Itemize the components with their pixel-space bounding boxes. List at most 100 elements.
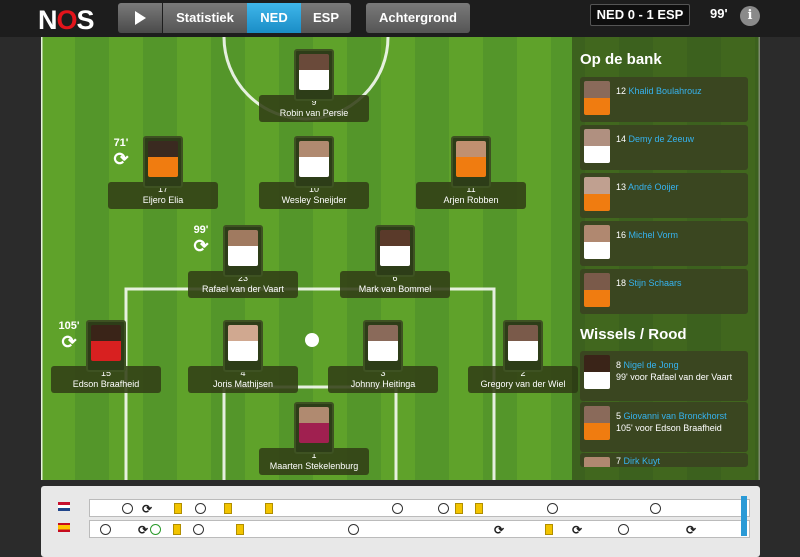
timeline-row-esp[interactable]: ⟳ ⟳ ⟳ ⟳ — [89, 520, 750, 538]
player-photo — [294, 49, 334, 101]
sub-item[interactable]: 5 Giovanni van Bronckhorst 105' voor Eds… — [580, 402, 748, 452]
ball-icon[interactable] — [618, 524, 629, 535]
yellow-card-icon[interactable] — [265, 503, 273, 514]
ball-icon[interactable] — [348, 524, 359, 535]
player-card[interactable]: 6 Mark van Bommel — [340, 225, 450, 298]
player-photo — [294, 402, 334, 454]
tab-ned[interactable]: NED — [247, 3, 301, 33]
ball-icon[interactable] — [547, 503, 558, 514]
match-minute: 99' — [710, 6, 728, 21]
yellow-card-icon[interactable] — [455, 503, 463, 514]
player-card[interactable]: 3 Johnny Heitinga — [328, 320, 438, 393]
player-name: Joris Mathijsen — [212, 379, 274, 389]
yellow-card-icon[interactable] — [545, 524, 553, 535]
ball-icon[interactable] — [195, 503, 206, 514]
ball-icon[interactable] — [650, 503, 661, 514]
yellow-card-icon[interactable] — [236, 524, 244, 535]
player-photo — [375, 225, 415, 277]
player-card[interactable]: 2 Gregory van der Wiel — [468, 320, 578, 393]
substitution-marker: 99' ⟳ — [187, 224, 215, 256]
nl-flag-icon — [58, 502, 70, 511]
player-photo — [223, 225, 263, 277]
bench-item[interactable]: 16 Michel Vorm — [580, 221, 748, 266]
player-card[interactable]: 11 Arjen Robben — [416, 136, 526, 209]
match-app: NOS Statistiek NED ESP Achtergrond NED 0… — [0, 0, 800, 557]
player-card[interactable]: 1 Maarten Stekelenburg — [259, 402, 369, 475]
yellow-card-icon[interactable] — [224, 503, 232, 514]
player-name: Johnny Heitinga — [350, 379, 416, 389]
timeline-current-marker[interactable] — [741, 496, 747, 536]
bench-item[interactable]: 14 Demy de Zeeuw — [580, 125, 748, 170]
ball-icon[interactable] — [193, 524, 204, 535]
top-bar: NOS Statistiek NED ESP Achtergrond NED 0… — [0, 0, 800, 37]
score-display: NED 0 - 1 ESP — [590, 4, 690, 26]
nos-logo: NOS — [38, 5, 95, 35]
ball-icon[interactable] — [392, 503, 403, 514]
player-name-link[interactable]: Demy de Zeeuw — [629, 134, 695, 144]
player-card[interactable]: 4 Joris Mathijsen — [188, 320, 298, 393]
player-name-link[interactable]: Dirk Kuyt — [624, 456, 661, 466]
yellow-card-icon[interactable] — [173, 524, 181, 535]
player-card[interactable]: 10 Wesley Sneijder — [259, 136, 369, 209]
substitution-icon: ⟳ — [61, 332, 77, 352]
yellow-card-icon[interactable] — [174, 503, 182, 514]
play-button[interactable] — [118, 3, 162, 33]
player-photo — [584, 129, 610, 163]
player-photo — [223, 320, 263, 372]
substitution-icon[interactable]: ⟳ — [572, 524, 582, 536]
tab-achtergrond[interactable]: Achtergrond — [366, 3, 470, 33]
substitution-icon: ⟳ — [113, 149, 129, 169]
tab-statistiek[interactable]: Statistiek — [163, 3, 247, 33]
ball-icon[interactable] — [150, 524, 161, 535]
player-photo — [584, 225, 610, 259]
player-card[interactable]: 9 Robin van Persie — [259, 49, 369, 122]
substitution-marker: 105' ⟳ — [55, 320, 83, 352]
player-name-link[interactable]: Giovanni van Bronckhorst — [624, 411, 727, 421]
player-photo — [86, 320, 126, 372]
player-photo — [294, 136, 334, 188]
player-name-link[interactable]: Michel Vorm — [629, 230, 679, 240]
ball-icon[interactable] — [122, 503, 133, 514]
play-icon — [135, 11, 146, 25]
substitution-icon[interactable]: ⟳ — [138, 524, 148, 536]
player-photo — [584, 273, 610, 307]
player-name: Edson Braafheid — [72, 379, 140, 389]
player-name: Rafael van der Vaart — [202, 284, 284, 294]
info-icon[interactable]: i — [740, 6, 760, 26]
yellow-card-icon[interactable] — [475, 503, 483, 514]
bench-title: Op de bank — [580, 51, 662, 68]
player-photo — [363, 320, 403, 372]
substitution-icon[interactable]: ⟳ — [142, 503, 152, 515]
player-name-link[interactable]: Stijn Schaars — [629, 278, 682, 288]
player-name: Gregory van der Wiel — [480, 379, 566, 389]
substitution-icon: ⟳ — [193, 236, 209, 256]
player-name-link[interactable]: André Ooijer — [628, 182, 679, 192]
player-name: Eljero Elia — [142, 195, 184, 205]
player-name: Maarten Stekelenburg — [269, 461, 359, 471]
sub-detail: 105' voor Edson Braafheid — [616, 423, 722, 433]
player-name: Arjen Robben — [443, 195, 499, 205]
player-name: Mark van Bommel — [358, 284, 432, 294]
sub-item[interactable]: 8 Nigel de Jong 99' voor Rafael van der … — [580, 351, 748, 401]
substitution-icon[interactable]: ⟳ — [686, 524, 696, 536]
match-timeline: ⟳ ⟳ ⟳ ⟳ ⟳ — [41, 486, 760, 557]
player-name-link[interactable]: Khalid Boulahrouz — [629, 86, 702, 96]
timeline-row-ned[interactable]: ⟳ — [89, 499, 750, 517]
player-photo — [584, 177, 610, 211]
substitution-icon[interactable]: ⟳ — [494, 524, 504, 536]
sub-detail: 99' voor Rafael van der Vaart — [616, 372, 733, 382]
player-name-link[interactable]: Nigel de Jong — [624, 360, 679, 370]
es-flag-icon — [58, 523, 70, 532]
bench-item[interactable]: 12 Khalid Boulahrouz — [580, 77, 748, 122]
player-photo — [143, 136, 183, 188]
bench-item[interactable]: 18 Stijn Schaars — [580, 269, 748, 314]
player-photo — [584, 355, 610, 389]
tab-esp[interactable]: ESP — [301, 3, 351, 33]
player-photo — [451, 136, 491, 188]
ball-icon[interactable] — [100, 524, 111, 535]
sub-item[interactable]: 7 Dirk Kuyt — [580, 453, 748, 467]
player-name: Wesley Sneijder — [281, 195, 347, 205]
bench-item[interactable]: 13 André Ooijer — [580, 173, 748, 218]
subs-title: Wissels / Rood — [580, 326, 687, 343]
ball-icon[interactable] — [438, 503, 449, 514]
